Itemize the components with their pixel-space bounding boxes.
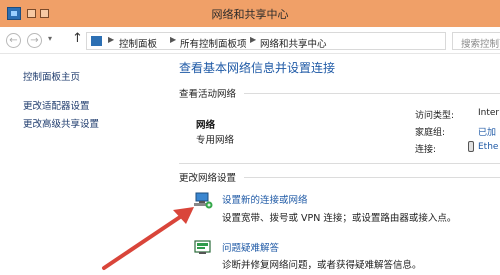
- annotation-arrow: [102, 207, 194, 270]
